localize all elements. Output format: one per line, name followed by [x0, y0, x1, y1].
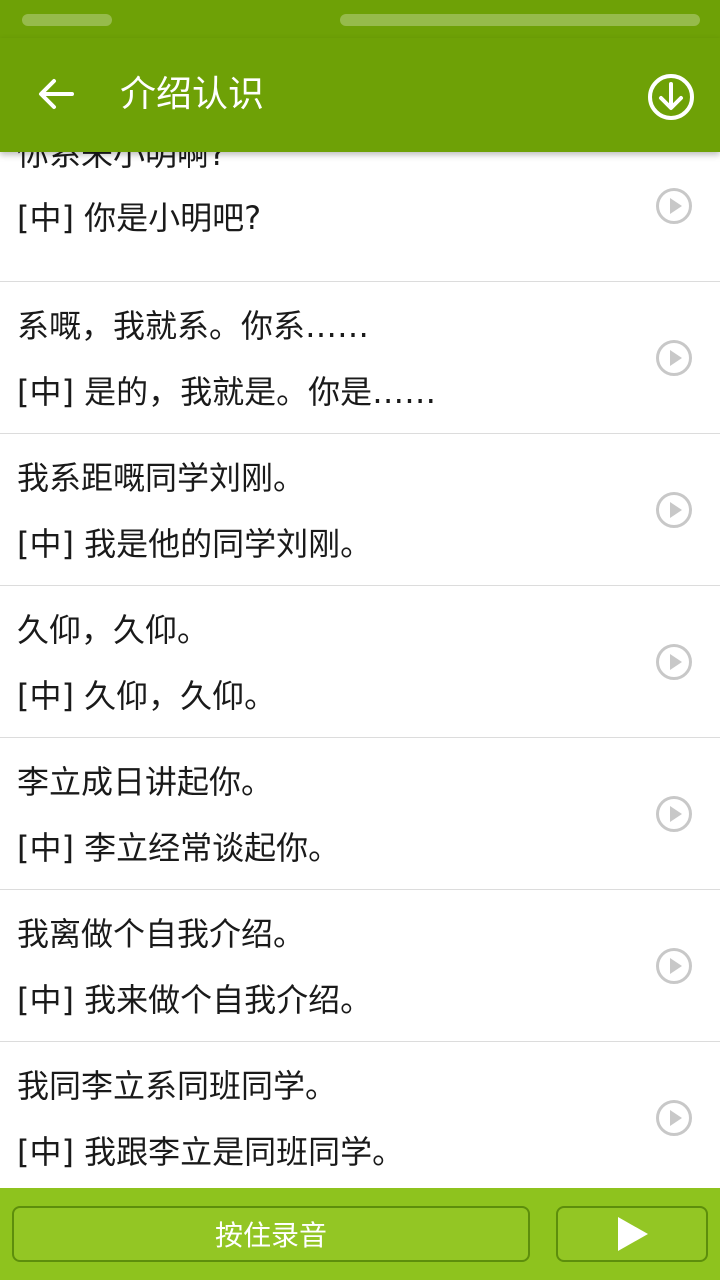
play-recording-button[interactable] — [556, 1206, 708, 1262]
phrase-row[interactable]: 我离做个自我介绍。 [中] 我来做个自我介绍。 — [0, 890, 720, 1042]
phrase-row[interactable]: 我系距嘅同学刘刚。 [中] 我是他的同学刘刚。 — [0, 434, 720, 586]
cantonese-text: 我系距嘅同学刘刚。 — [17, 459, 306, 497]
mandarin-text: [中] 久仰，久仰。 — [17, 677, 277, 715]
play-circle-icon[interactable] — [655, 947, 693, 985]
mandarin-text: [中] 是的，我就是。你是…… — [17, 373, 437, 411]
phrase-row[interactable]: 系嘅，我就系。你系…… [中] 是的，我就是。你是…… — [0, 282, 720, 434]
status-time-blurred — [22, 14, 112, 26]
play-circle-icon[interactable] — [655, 187, 693, 225]
download-circle-icon — [648, 74, 694, 120]
cantonese-text: 久仰，久仰。 — [17, 611, 210, 649]
mandarin-text: [中] 我跟李立是同班同学。 — [17, 1133, 405, 1171]
cantonese-text: 系嘅，我就系。你系…… — [17, 307, 370, 345]
play-circle-icon[interactable] — [655, 1099, 693, 1137]
mandarin-text: [中] 我是他的同学刘刚。 — [17, 525, 373, 563]
cantonese-text: 你系未小明啊? — [17, 152, 226, 173]
play-triangle-icon — [618, 1217, 648, 1251]
phrase-row[interactable]: 我同李立系同班同学。 [中] 我跟李立是同班同学。 — [0, 1042, 720, 1188]
mandarin-text: [中] 你是小明吧? — [17, 199, 262, 237]
status-icons-blurred — [340, 14, 700, 26]
page-title: 介绍认识 — [120, 74, 265, 115]
phrase-row[interactable]: 李立成日讲起你。 [中] 李立经常谈起你。 — [0, 738, 720, 890]
phrase-row[interactable]: 你系未小明啊? [中] 你是小明吧? — [0, 152, 720, 282]
download-button[interactable] — [644, 70, 698, 124]
app-bar: 介绍认识 — [0, 38, 720, 152]
play-circle-icon[interactable] — [655, 795, 693, 833]
play-circle-icon[interactable] — [655, 339, 693, 377]
hold-to-record-button[interactable]: 按住录音 — [12, 1206, 530, 1262]
cantonese-text: 我同李立系同班同学。 — [17, 1067, 338, 1105]
record-label: 按住录音 — [214, 1219, 327, 1252]
mandarin-text: [中] 我来做个自我介绍。 — [17, 981, 373, 1019]
arrow-left-icon — [39, 79, 74, 109]
play-circle-icon[interactable] — [655, 643, 693, 681]
cantonese-text: 我离做个自我介绍。 — [17, 915, 306, 953]
cantonese-text: 李立成日讲起你。 — [17, 763, 274, 801]
mandarin-text: [中] 李立经常谈起你。 — [17, 829, 341, 867]
play-circle-icon[interactable] — [655, 491, 693, 529]
bottom-bar: 按住录音 — [0, 1188, 720, 1280]
status-bar — [0, 0, 720, 38]
back-button[interactable] — [28, 64, 84, 124]
phrase-row[interactable]: 久仰，久仰。 [中] 久仰，久仰。 — [0, 586, 720, 738]
phrase-list: 你系未小明啊? [中] 你是小明吧? 系嘅，我就系。你系…… [中] 是的，我就… — [0, 152, 720, 1188]
